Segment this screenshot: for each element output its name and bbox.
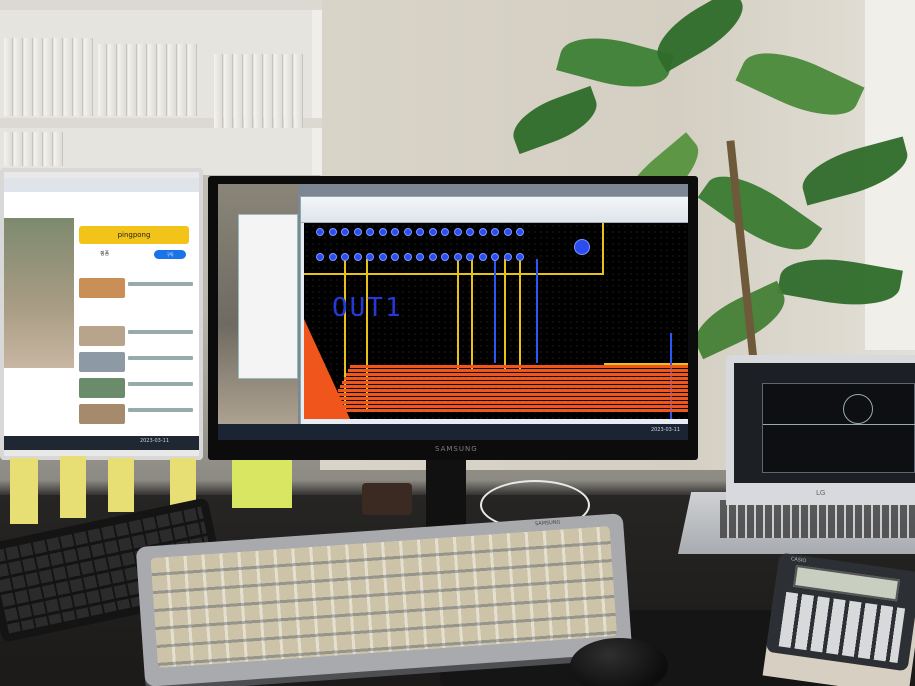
pcb-pad[interactable] bbox=[353, 253, 362, 261]
windows-taskbar[interactable]: 2023-03-11 bbox=[218, 424, 688, 440]
center-monitor: OUT1 2023-03-11 SAMSUNG bbox=[208, 176, 698, 460]
pcb-pad[interactable] bbox=[503, 253, 512, 261]
calculator-keys[interactable] bbox=[778, 591, 906, 664]
pcb-pad[interactable] bbox=[466, 228, 474, 236]
book-row bbox=[4, 38, 93, 116]
beige-keyboard-keys[interactable] bbox=[150, 526, 618, 668]
taskbar-clock[interactable]: 2023-03-11 bbox=[140, 438, 169, 444]
pcb-pad[interactable] bbox=[316, 228, 324, 236]
laptop: LG bbox=[726, 355, 915, 505]
pcb-toolbar[interactable] bbox=[301, 197, 688, 223]
video-thumbnail[interactable] bbox=[79, 352, 125, 372]
center-monitor-screen: OUT1 2023-03-11 bbox=[218, 184, 688, 440]
pcb-pad[interactable] bbox=[341, 253, 349, 261]
calculator-brand-logo: CASIO bbox=[790, 556, 807, 565]
pcb-pad[interactable] bbox=[391, 228, 399, 236]
pcb-bus-trace bbox=[336, 393, 688, 396]
sticky-note bbox=[60, 456, 86, 518]
pcb-pad[interactable] bbox=[416, 253, 424, 261]
calculator[interactable]: CASIO bbox=[765, 552, 915, 672]
pcb-pad[interactable] bbox=[453, 228, 462, 236]
sticky-note bbox=[170, 458, 196, 506]
video-thumbnail[interactable] bbox=[79, 326, 125, 346]
monitor-brand-logo: SAMSUNG bbox=[435, 445, 478, 453]
video-title[interactable] bbox=[128, 408, 193, 412]
video-title[interactable] bbox=[128, 282, 193, 286]
laptop-keyboard[interactable] bbox=[720, 500, 915, 538]
laptop-brand-logo: LG bbox=[816, 489, 826, 497]
laptop-screen bbox=[734, 363, 915, 483]
left-monitor: pingpong 핑퐁 구독 2023-03-11 bbox=[0, 168, 203, 460]
pcb-pad[interactable] bbox=[391, 253, 399, 261]
pcb-pad[interactable] bbox=[478, 228, 487, 236]
left-monitor-screen: pingpong 핑퐁 구독 2023-03-11 bbox=[4, 178, 199, 450]
pcb-bus-trace bbox=[338, 389, 688, 392]
pcb-pad[interactable] bbox=[366, 228, 374, 236]
bookshelf bbox=[0, 0, 322, 175]
sticky-note bbox=[232, 452, 292, 508]
pcb-pad[interactable] bbox=[341, 228, 349, 236]
pcb-bus-trace bbox=[346, 373, 688, 376]
channel-banner[interactable]: pingpong bbox=[79, 226, 189, 244]
pcb-pad[interactable] bbox=[316, 253, 324, 261]
pcb-pad[interactable] bbox=[378, 253, 387, 261]
card-reader bbox=[362, 483, 412, 515]
cad-drawing-window[interactable] bbox=[762, 383, 915, 473]
video-title[interactable] bbox=[128, 382, 193, 386]
subscribe-button[interactable]: 구독 bbox=[154, 250, 186, 259]
silkscreen-label: OUT1 bbox=[332, 293, 403, 323]
computer-mouse[interactable] bbox=[570, 638, 668, 686]
browser-toolbar bbox=[4, 178, 199, 192]
pcb-pad[interactable] bbox=[441, 253, 449, 261]
pcb-pad[interactable] bbox=[491, 228, 499, 236]
pcb-bus-trace bbox=[332, 401, 688, 404]
pcb-pad[interactable] bbox=[328, 228, 337, 236]
book-row bbox=[214, 54, 303, 128]
pcb-pad[interactable] bbox=[478, 253, 487, 261]
pcb-pad[interactable] bbox=[466, 253, 474, 261]
pcb-pad[interactable] bbox=[378, 228, 387, 236]
desk-photo-scene: pingpong 핑퐁 구독 2023-03-11 OUT1 2023-03-1… bbox=[0, 0, 915, 686]
shelf-board bbox=[0, 0, 322, 10]
pcb-pad[interactable] bbox=[453, 253, 462, 261]
pcb-bus-trace bbox=[334, 397, 688, 400]
pcb-bus-trace bbox=[340, 385, 688, 388]
book-row bbox=[4, 132, 63, 166]
pcb-pad[interactable] bbox=[441, 228, 449, 236]
book-row bbox=[98, 44, 197, 116]
pcb-bus-trace bbox=[350, 365, 688, 368]
channel-name[interactable]: 핑퐁 bbox=[100, 250, 109, 257]
sticky-note bbox=[108, 458, 134, 512]
video-title[interactable] bbox=[128, 356, 193, 360]
taskbar-clock[interactable]: 2023-03-11 bbox=[651, 427, 680, 433]
pcb-bus-trace bbox=[330, 405, 688, 408]
pcb-bus-trace bbox=[344, 377, 688, 380]
sticky-note bbox=[10, 458, 38, 524]
video-title[interactable] bbox=[128, 330, 193, 334]
pcb-pad[interactable] bbox=[353, 228, 362, 236]
video-thumbnail[interactable] bbox=[79, 278, 125, 298]
pcb-pad[interactable] bbox=[403, 253, 412, 261]
pcb-pad[interactable] bbox=[503, 228, 512, 236]
pcb-editor-window[interactable]: OUT1 bbox=[300, 196, 688, 426]
windows-taskbar[interactable]: 2023-03-11 bbox=[4, 436, 199, 450]
video-thumbnail[interactable] bbox=[79, 378, 125, 398]
pcb-bus-trace bbox=[328, 409, 688, 412]
pcb-pad[interactable] bbox=[416, 228, 424, 236]
video-thumbnail[interactable] bbox=[79, 404, 125, 424]
pcb-pad[interactable] bbox=[491, 253, 499, 261]
pcb-pad[interactable] bbox=[516, 253, 524, 261]
pcb-pad[interactable] bbox=[403, 228, 412, 236]
video-player[interactable] bbox=[4, 218, 74, 368]
file-explorer-window[interactable] bbox=[238, 214, 298, 379]
keyboard-brand-logo: SAMSUNG bbox=[534, 519, 561, 528]
pcb-pad[interactable] bbox=[516, 228, 524, 236]
pcb-pad[interactable] bbox=[428, 253, 437, 261]
pcb-bus-trace bbox=[342, 381, 688, 384]
pcb-pad[interactable] bbox=[366, 253, 374, 261]
pcb-bus-trace bbox=[348, 369, 688, 372]
pcb-pad[interactable] bbox=[428, 228, 437, 236]
pcb-canvas[interactable]: OUT1 bbox=[304, 223, 688, 419]
pcb-pad[interactable] bbox=[328, 253, 337, 261]
